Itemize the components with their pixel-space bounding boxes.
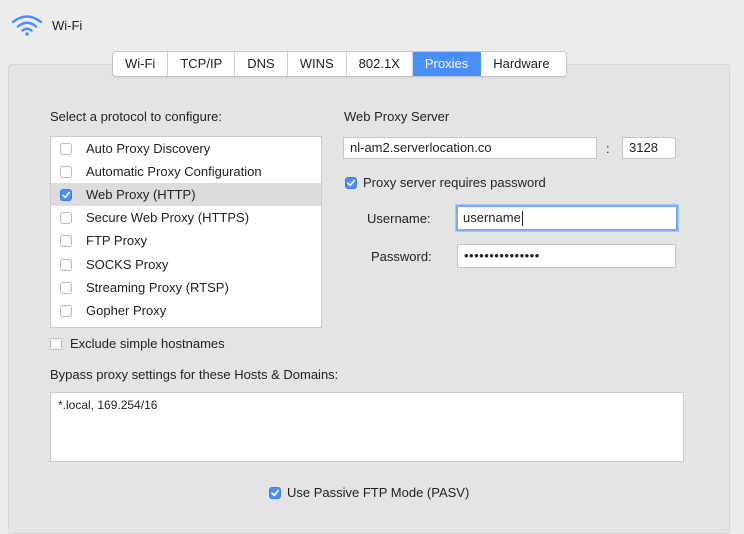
protocol-item-secure-web-proxy[interactable]: Secure Web Proxy (HTTPS) bbox=[51, 206, 321, 229]
protocol-label: Web Proxy (HTTP) bbox=[86, 187, 196, 202]
requires-password-row[interactable]: Proxy server requires password bbox=[345, 175, 546, 190]
protocol-label: Streaming Proxy (RTSP) bbox=[86, 280, 229, 295]
pasv-row[interactable]: Use Passive FTP Mode (PASV) bbox=[269, 485, 469, 500]
text-caret bbox=[521, 211, 523, 227]
protocol-item-streaming-proxy[interactable]: Streaming Proxy (RTSP) bbox=[51, 276, 321, 299]
checkmark-icon bbox=[271, 489, 280, 496]
tab-dns[interactable]: DNS bbox=[235, 52, 288, 76]
tab-wifi[interactable]: Wi-Fi bbox=[113, 52, 169, 76]
checkmark-icon bbox=[347, 179, 356, 186]
checkbox[interactable] bbox=[60, 281, 72, 294]
protocol-item-auto-config[interactable]: Automatic Proxy Configuration bbox=[51, 160, 321, 183]
exclude-hostnames-label: Exclude simple hostnames bbox=[70, 336, 225, 351]
wifi-icon bbox=[11, 15, 43, 36]
checkbox[interactable] bbox=[60, 142, 72, 155]
username-value: username bbox=[463, 210, 521, 225]
protocol-list: Auto Proxy Discovery Automatic Proxy Con… bbox=[50, 136, 322, 328]
checkbox[interactable] bbox=[60, 234, 72, 247]
protocol-item-web-proxy[interactable]: Web Proxy (HTTP) bbox=[51, 183, 321, 206]
tab-hardware[interactable]: Hardware bbox=[481, 52, 565, 76]
protocol-item-auto-discovery[interactable]: Auto Proxy Discovery bbox=[51, 137, 321, 160]
protocol-item-gopher-proxy[interactable]: Gopher Proxy bbox=[51, 299, 321, 322]
tab-8021x[interactable]: 802.1X bbox=[347, 52, 413, 76]
protocol-label: FTP Proxy bbox=[86, 233, 148, 248]
tab-bar: Wi-Fi TCP/IP DNS WINS 802.1X Proxies Har… bbox=[112, 51, 567, 77]
checkmark-icon bbox=[62, 191, 71, 198]
protocol-heading: Select a protocol to configure: bbox=[50, 109, 222, 124]
checkbox[interactable] bbox=[60, 304, 72, 317]
checkbox[interactable] bbox=[60, 258, 72, 271]
password-label: Password: bbox=[371, 249, 432, 264]
protocol-item-ftp-proxy[interactable]: FTP Proxy bbox=[51, 229, 321, 252]
requires-password-checkbox[interactable] bbox=[345, 176, 357, 189]
tab-proxies[interactable]: Proxies bbox=[412, 52, 482, 76]
username-input[interactable]: username bbox=[456, 205, 678, 231]
exclude-hostnames-row[interactable]: Exclude simple hostnames bbox=[50, 336, 225, 351]
tab-wins[interactable]: WINS bbox=[288, 52, 347, 76]
window-title: Wi-Fi bbox=[52, 17, 83, 33]
protocol-label: Automatic Proxy Configuration bbox=[86, 164, 262, 179]
checkbox[interactable] bbox=[60, 165, 72, 178]
exclude-hostnames-checkbox[interactable] bbox=[50, 337, 62, 350]
tab-tcpip[interactable]: TCP/IP bbox=[168, 52, 236, 76]
checkbox-checked[interactable] bbox=[60, 188, 72, 201]
proxy-port-input[interactable]: 3128 bbox=[622, 137, 676, 159]
username-label: Username: bbox=[367, 211, 431, 226]
pasv-label: Use Passive FTP Mode (PASV) bbox=[287, 485, 470, 500]
protocol-label: Secure Web Proxy (HTTPS) bbox=[86, 210, 250, 225]
proxy-server-input[interactable]: nl-am2.serverlocation.co bbox=[343, 137, 597, 159]
bypass-label: Bypass proxy settings for these Hosts & … bbox=[50, 367, 339, 382]
protocol-label: SOCKS Proxy bbox=[86, 257, 169, 272]
requires-password-label: Proxy server requires password bbox=[363, 175, 546, 190]
proxy-server-heading: Web Proxy Server bbox=[344, 109, 450, 124]
checkbox[interactable] bbox=[60, 211, 72, 224]
protocol-label: Auto Proxy Discovery bbox=[86, 141, 211, 156]
password-input[interactable]: ••••••••••••••• bbox=[457, 244, 676, 268]
pasv-checkbox[interactable] bbox=[269, 486, 281, 499]
protocol-label: Gopher Proxy bbox=[86, 303, 167, 318]
port-separator: : bbox=[606, 141, 610, 156]
window-header: Wi-Fi bbox=[10, 10, 82, 40]
protocol-item-socks-proxy[interactable]: SOCKS Proxy bbox=[51, 253, 321, 276]
bypass-textarea[interactable]: *.local, 169.254/16 bbox=[50, 392, 684, 462]
